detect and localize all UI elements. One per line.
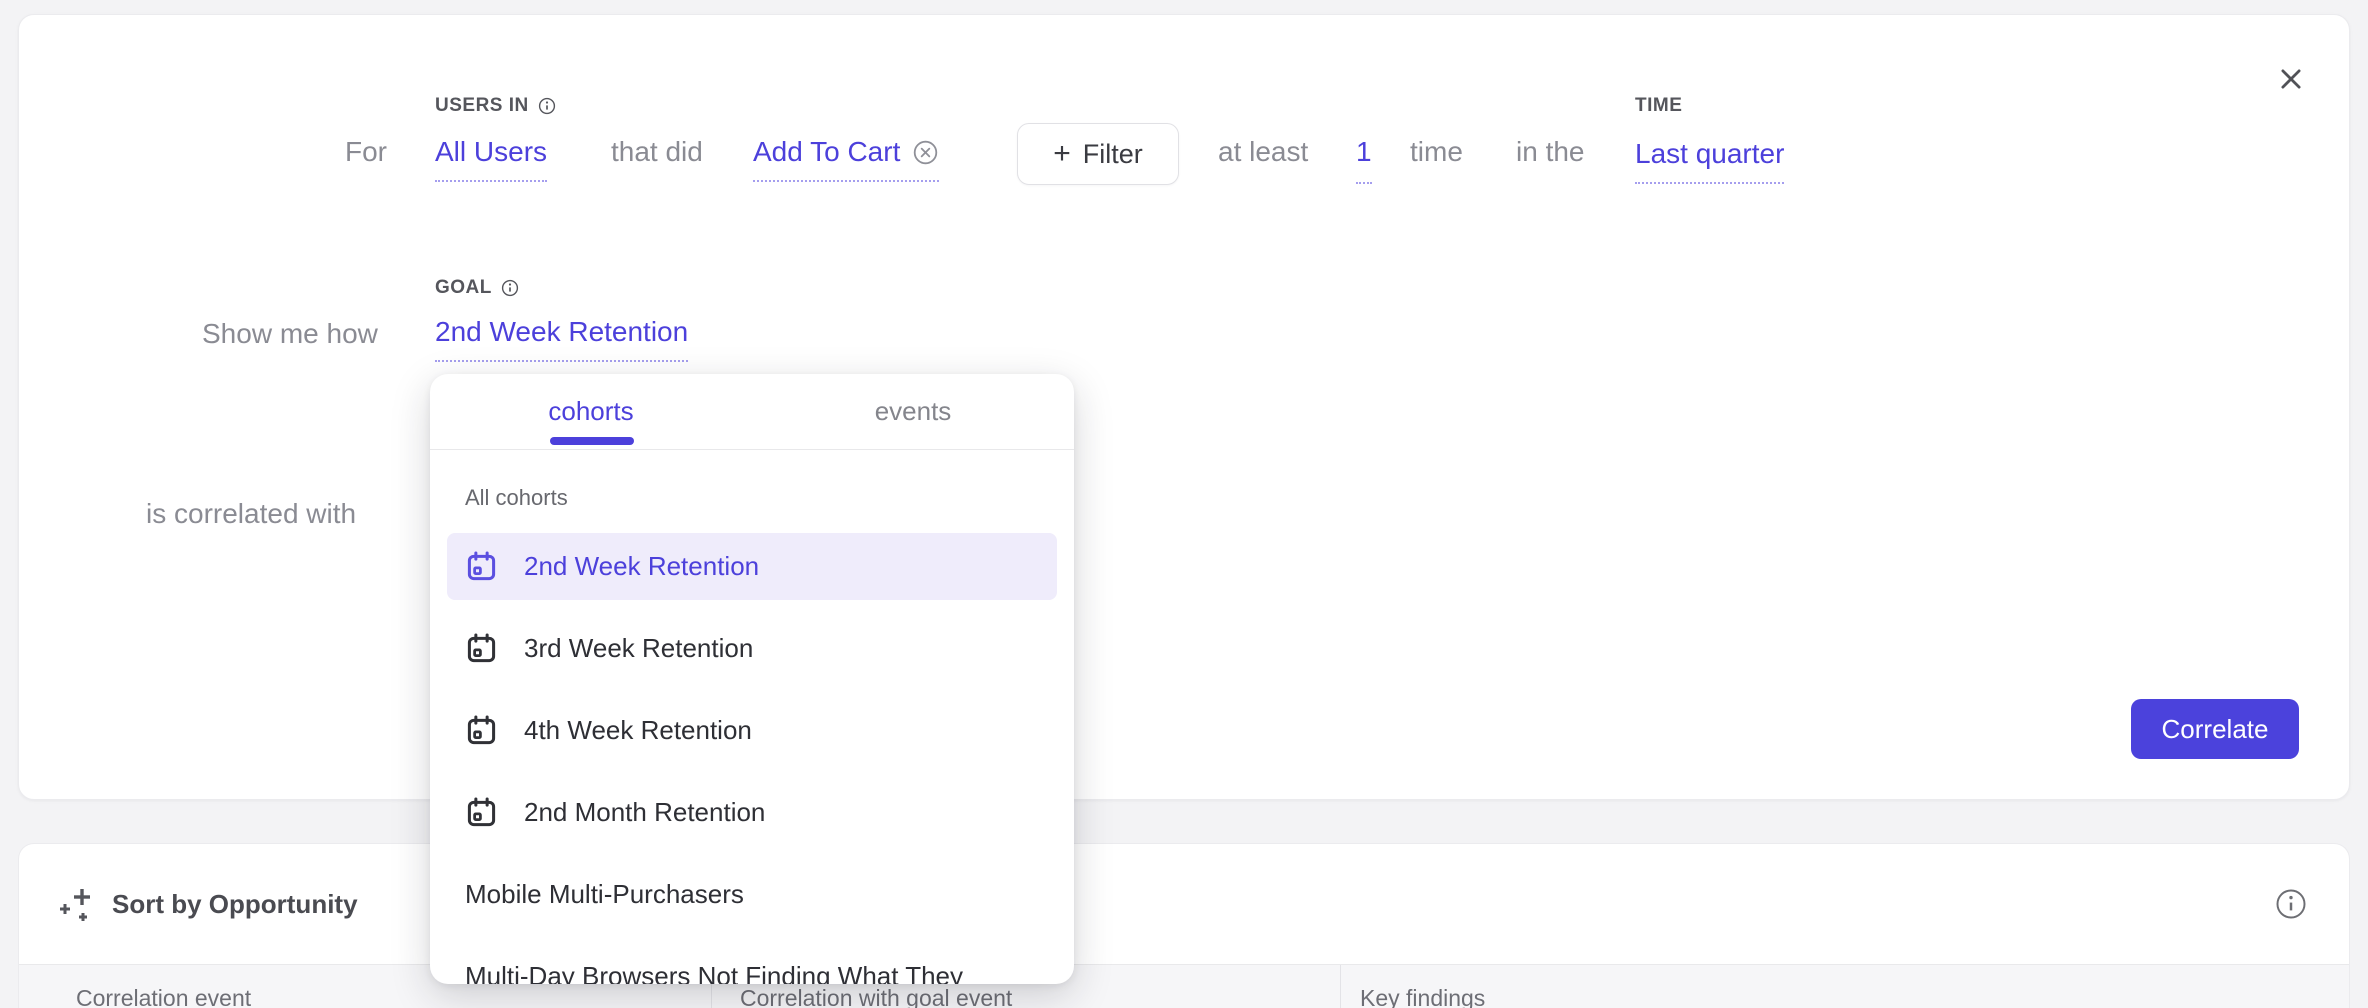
list-item-cohort[interactable]: Multi-Day Browsers Not Finding What They (447, 943, 1057, 984)
query-builder-card: For USERS IN All Users that did Add To C… (18, 14, 2350, 800)
info-icon[interactable] (538, 97, 556, 115)
list-item-cohort[interactable]: 2nd Month Retention (447, 779, 1057, 846)
event-selector-label[interactable]: Add To Cart (753, 135, 900, 169)
event-selector[interactable]: Add To Cart (753, 135, 939, 182)
sentence-show-me-how: Show me how (202, 317, 378, 351)
correlation-report-page: For USERS IN All Users that did Add To C… (0, 0, 2368, 1008)
list-item-cohort[interactable]: 3rd Week Retention (447, 615, 1057, 682)
sentence-for: For (345, 135, 387, 169)
results-toolbar: Sort by Opportunity (19, 844, 2349, 964)
info-icon (2275, 888, 2307, 920)
list-item-cohort[interactable]: Mobile Multi-Purchasers (447, 861, 1057, 928)
cohort-section-header: All cohorts (465, 484, 1074, 511)
info-icon[interactable] (501, 279, 519, 297)
goal-label-text: GOAL (435, 277, 492, 299)
sentence-that-did: that did (611, 135, 703, 169)
users-in-label: USERS IN (435, 95, 556, 117)
time-range-selector[interactable]: Last quarter (1635, 137, 1784, 184)
users-selector[interactable]: All Users (435, 135, 547, 182)
list-item-cohort[interactable]: 2nd Week Retention (447, 533, 1057, 600)
sentence-in-the: in the (1516, 135, 1585, 169)
goal-picker-tabs: cohorts events (430, 374, 1074, 450)
plus-icon: + (1053, 139, 1071, 169)
sparkle-plus-icon (56, 884, 96, 924)
list-item-label: 4th Week Retention (524, 715, 752, 746)
results-info-button[interactable] (2275, 888, 2307, 920)
sentence-at-least: at least (1218, 135, 1308, 169)
close-icon (2276, 64, 2306, 94)
column-header-correlation-event[interactable]: Correlation event (76, 985, 251, 1008)
goal-selector[interactable]: 2nd Week Retention (435, 315, 688, 362)
goal-picker-dropdown: cohorts events All cohorts 2nd Week (430, 374, 1074, 984)
time-label: TIME (1635, 95, 1682, 117)
sentence-time: time (1410, 135, 1463, 169)
results-card: Sort by Opportunity Correlation event Co… (18, 843, 2350, 1008)
cohort-list: 2nd Week Retention 3rd Week Retention (447, 533, 1057, 984)
active-tab-indicator (550, 437, 634, 445)
list-item-label: 2nd Week Retention (524, 551, 759, 582)
remove-event-icon[interactable] (912, 139, 939, 166)
goal-label: GOAL (435, 277, 519, 299)
correlate-button[interactable]: Correlate (2131, 699, 2299, 759)
users-in-label-text: USERS IN (435, 95, 529, 117)
list-item-cohort[interactable]: 4th Week Retention (447, 697, 1057, 764)
column-divider (1340, 965, 1341, 1008)
add-filter-button[interactable]: + Filter (1017, 123, 1179, 185)
list-item-label: 2nd Month Retention (524, 797, 765, 828)
results-table-header: Correlation event Correlation with goal … (19, 964, 2349, 1008)
close-button[interactable] (2271, 59, 2311, 99)
list-item-label: Multi-Day Browsers Not Finding What They (465, 961, 963, 984)
list-item-label: 3rd Week Retention (524, 633, 753, 664)
calendar-icon (465, 632, 498, 665)
calendar-icon (465, 714, 498, 747)
sort-by-opportunity-control[interactable]: Sort by Opportunity (56, 884, 358, 924)
calendar-icon (465, 796, 498, 829)
list-item-label: Mobile Multi-Purchasers (465, 879, 744, 910)
tab-events[interactable]: events (752, 374, 1074, 449)
sentence-is-correlated-with: is correlated with (146, 497, 356, 531)
column-header-key-findings[interactable]: Key findings (1360, 985, 1485, 1008)
add-filter-button-label: Filter (1083, 139, 1143, 170)
calendar-icon (465, 550, 498, 583)
column-header-correlation-with-goal-event[interactable]: Correlation with goal event (740, 985, 1012, 1008)
count-selector[interactable]: 1 (1356, 135, 1372, 184)
sort-by-opportunity-label: Sort by Opportunity (112, 889, 358, 920)
goal-picker-list-body: All cohorts 2nd Week Retention (430, 450, 1074, 984)
